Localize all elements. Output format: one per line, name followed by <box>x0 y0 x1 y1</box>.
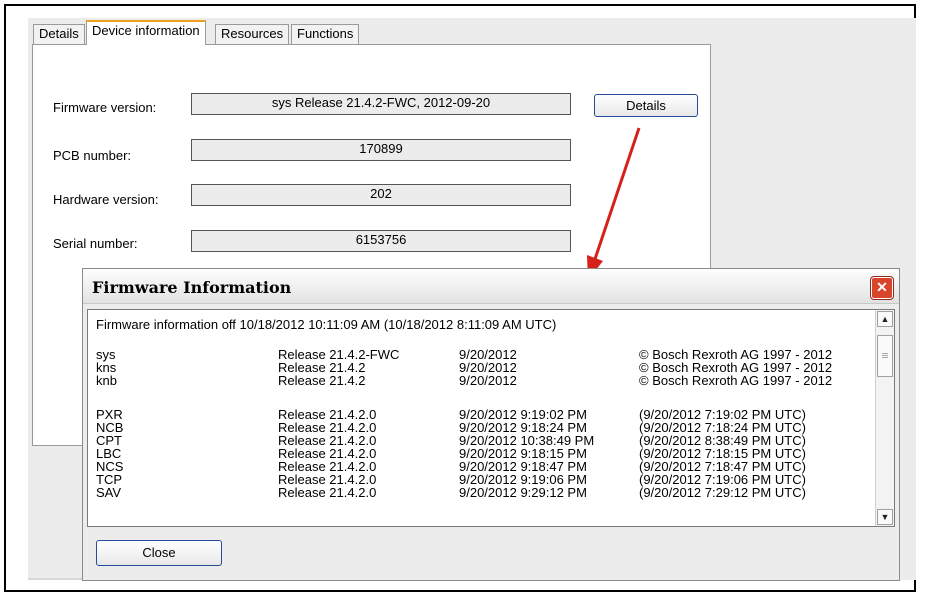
list-item: knb Release 21.4.2 9/20/2012 © Bosch Rexrot… <box>88 374 868 388</box>
close-icon[interactable]: ✕ <box>871 277 893 299</box>
note: (9/20/2012 7:29:12 PM UTC) <box>639 485 806 500</box>
scroll-thumb[interactable] <box>877 335 893 377</box>
grip-line <box>882 355 888 356</box>
list-item: SAV Release 21.4.2.0 9/20/2012 9:29:12 PM (… <box>88 486 868 500</box>
grip-line <box>882 357 888 358</box>
grip-line <box>882 353 888 354</box>
firmware-list[interactable]: Firmware information off 10/18/2012 10:1… <box>87 309 895 527</box>
date: 9/20/2012 9:29:12 PM <box>459 485 587 500</box>
close-button[interactable]: Close <box>96 540 222 566</box>
release: Release 21.4.2.0 <box>278 485 377 500</box>
date: 9/20/2012 <box>459 373 517 388</box>
module-name: knb <box>96 373 117 388</box>
chevron-up-icon[interactable]: ▲ <box>877 311 893 327</box>
firmware-info-header: Firmware information off 10/18/2012 10:1… <box>96 317 557 332</box>
firmware-information-dialog: Firmware Information ✕ Firmware informat… <box>82 268 900 581</box>
module-name: SAV <box>96 485 122 500</box>
arrow-shaft <box>592 127 641 263</box>
dialog-titlebar: Firmware Information ✕ <box>83 269 899 304</box>
release: Release 21.4.2 <box>278 373 366 388</box>
vertical-scrollbar[interactable]: ▲ ▼ <box>875 310 894 526</box>
note: © Bosch Rexroth AG 1997 - 2012 <box>639 373 833 388</box>
dialog-title: Firmware Information <box>92 278 292 297</box>
chevron-down-icon[interactable]: ▼ <box>877 509 893 525</box>
